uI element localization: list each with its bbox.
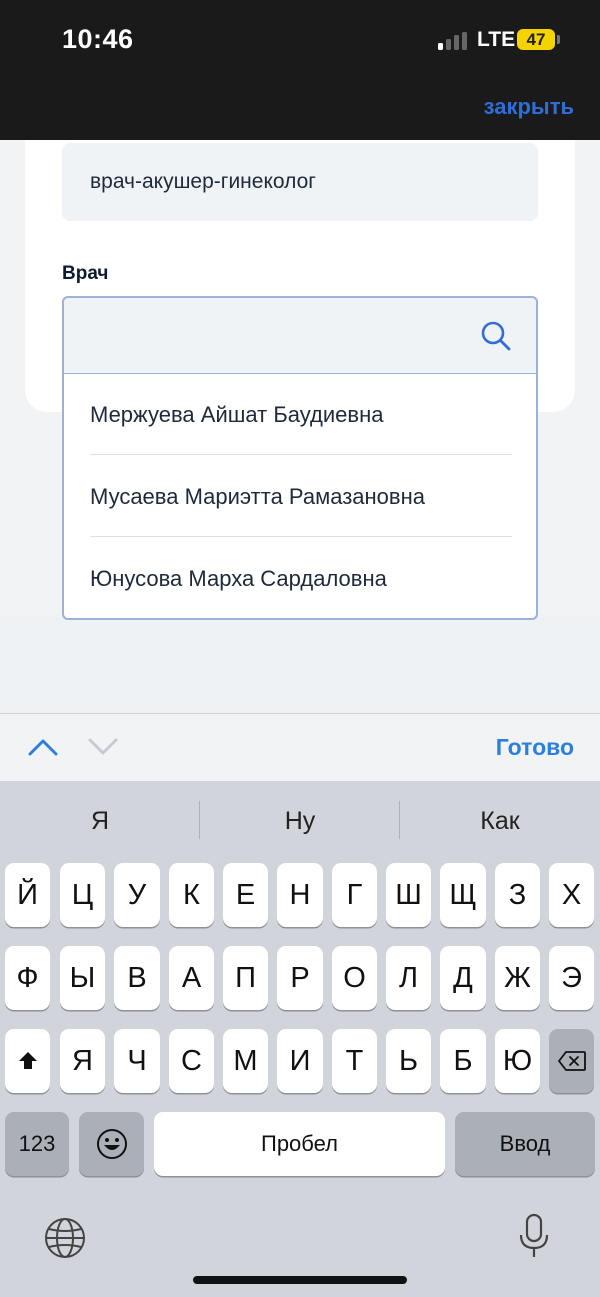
suggestion-item[interactable]: Как xyxy=(400,781,600,861)
specialty-field[interactable]: врач-акушер-гинеколог xyxy=(62,143,538,221)
key[interactable]: Х xyxy=(549,863,594,927)
battery-nub xyxy=(557,35,560,44)
key[interactable]: Й xyxy=(5,863,50,927)
key[interactable]: Е xyxy=(223,863,268,927)
top-bar: 10:46 LTE 47 закрыть xyxy=(0,0,600,140)
space-key[interactable]: Пробел xyxy=(154,1112,445,1176)
key[interactable]: Ы xyxy=(60,946,105,1010)
key[interactable]: Ш xyxy=(386,863,431,927)
key[interactable]: Н xyxy=(277,863,323,927)
home-indicator[interactable] xyxy=(193,1276,407,1284)
numbers-key[interactable]: 123 xyxy=(5,1112,69,1176)
key[interactable]: Р xyxy=(277,946,323,1010)
key[interactable]: Т xyxy=(332,1029,377,1093)
key[interactable]: Ч xyxy=(114,1029,160,1093)
chevron-up-icon[interactable] xyxy=(28,737,58,757)
shift-key[interactable] xyxy=(5,1029,50,1093)
key[interactable]: З xyxy=(495,863,540,927)
emoji-icon xyxy=(96,1129,127,1159)
key[interactable]: К xyxy=(169,863,214,927)
return-key[interactable]: Ввод xyxy=(455,1112,595,1176)
key[interactable]: И xyxy=(277,1029,323,1093)
keyboard: Я Ну Как Й Ц У К Е Н Г Ш Щ З Х Ф Ы В А П… xyxy=(0,781,600,1297)
key[interactable]: М xyxy=(223,1029,268,1093)
key[interactable]: В xyxy=(114,946,160,1010)
backspace-icon xyxy=(557,1051,586,1071)
keyboard-accessory-bar: Готово xyxy=(0,713,600,781)
close-button[interactable]: закрыть xyxy=(484,94,574,120)
globe-icon[interactable] xyxy=(44,1217,86,1259)
key[interactable]: Г xyxy=(332,863,377,927)
key[interactable]: А xyxy=(169,946,214,1010)
network-type: LTE xyxy=(477,28,516,51)
doctor-dropdown: Мержуева Айшат Баудиевна Мусаева Мариэтт… xyxy=(62,373,538,620)
key[interactable]: Ю xyxy=(495,1029,540,1093)
suggestion-bar: Я Ну Как xyxy=(0,781,600,861)
microphone-icon[interactable] xyxy=(517,1213,551,1259)
chevron-down-icon[interactable] xyxy=(88,737,118,757)
key[interactable]: П xyxy=(223,946,268,1010)
key[interactable]: Ж xyxy=(495,946,540,1010)
emoji-key[interactable] xyxy=(79,1112,144,1176)
key[interactable]: Б xyxy=(440,1029,486,1093)
doctor-option[interactable]: Юнусова Марха Сардаловна xyxy=(90,538,512,619)
suggestion-item[interactable]: Ну xyxy=(200,781,400,861)
key[interactable]: С xyxy=(169,1029,214,1093)
key[interactable]: Ф xyxy=(5,946,50,1010)
signal-icon xyxy=(438,32,468,50)
doctor-option[interactable]: Мержуева Айшат Баудиевна xyxy=(90,374,512,455)
key[interactable]: Я xyxy=(60,1029,105,1093)
doctor-search-input[interactable] xyxy=(62,296,538,375)
doctor-option[interactable]: Мусаева Мариэтта Рамазановна xyxy=(90,456,512,537)
suggestion-item[interactable]: Я xyxy=(0,781,200,861)
search-icon[interactable] xyxy=(480,320,512,352)
key[interactable]: Ь xyxy=(386,1029,431,1093)
done-button[interactable]: Готово xyxy=(496,734,574,761)
key[interactable]: Л xyxy=(386,946,431,1010)
shift-icon xyxy=(18,1052,37,1069)
key[interactable]: О xyxy=(332,946,377,1010)
key[interactable]: У xyxy=(114,863,160,927)
doctor-label: Врач xyxy=(62,263,109,284)
key[interactable]: Ц xyxy=(60,863,105,927)
key[interactable]: Э xyxy=(549,946,594,1010)
key[interactable]: Д xyxy=(440,946,486,1010)
key[interactable]: Щ xyxy=(440,863,486,927)
backspace-key[interactable] xyxy=(549,1029,594,1093)
status-time: 10:46 xyxy=(62,24,134,54)
battery-icon: 47 xyxy=(517,29,555,50)
